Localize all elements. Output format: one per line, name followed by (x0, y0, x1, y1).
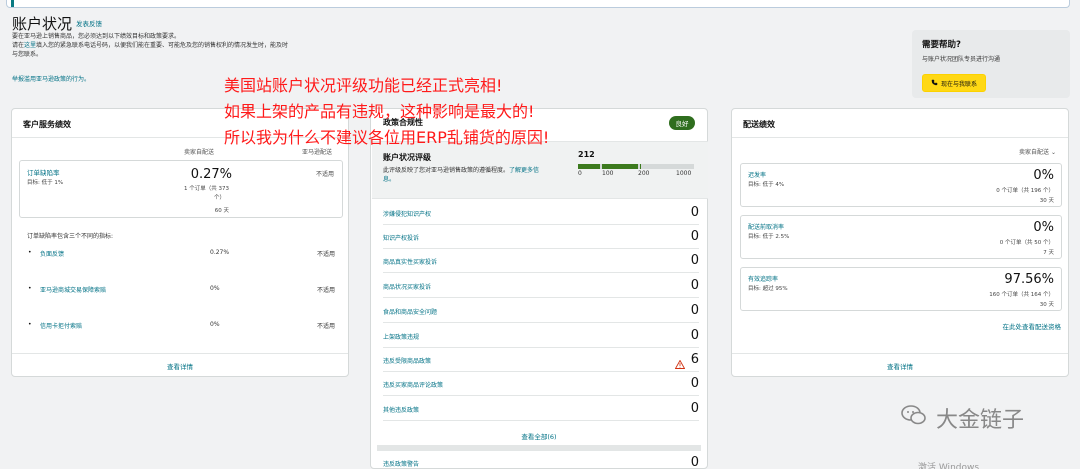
rating-description: 此评级反映了您对亚马逊销售政策的遵循程度。了解更多信息。 (383, 167, 540, 183)
divider (732, 137, 1068, 138)
intro-text: 要在亚马逊上销售商品，您必须达到以下绩效目标和政策要求。 请在这里填入您的紧急联… (12, 32, 352, 59)
help-panel: 需要帮助? 与账户状况团队专员进行沟通 现在与我联系 (912, 30, 1070, 98)
shipping-performance-card: 配送绩效 卖家自配送 ⌄ 迟发率 目标: 低于 4% 0% 0 个订单（共 19… (731, 108, 1069, 377)
negative-feedback-link[interactable]: 负面反馈 (40, 249, 64, 258)
shipping-eligibility-link[interactable]: 在此处查看配送资格 (1003, 321, 1062, 331)
contact-me-button[interactable]: 现在与我联系 (922, 74, 986, 92)
shipping-view-details[interactable]: 查看详情 (732, 361, 1068, 371)
wechat-watermark: 大金链子 (900, 402, 1024, 434)
policy-row: 食品和商品安全问题 0 (383, 299, 699, 323)
chevron-down-icon: ⌄ (1050, 149, 1056, 156)
intro-line-1: 要在亚马逊上销售商品，您必须达到以下绩效目标和政策要求。 (12, 33, 181, 40)
policy-warnings-row: 违反政策警告 0 (383, 455, 699, 469)
phone-link[interactable]: 这里 (24, 42, 36, 49)
annotation-line-1: 美国站账户状况评级功能已经正式亮相! (224, 76, 503, 95)
gauge-segment-3 (640, 164, 641, 169)
page-title: 账户状况 (12, 15, 73, 33)
policy-row: 涉嫌侵犯知识产权 0 (383, 201, 699, 225)
gauge-tick: 100 (602, 170, 614, 177)
chargeback-claims-link[interactable]: 信用卡拒付索赔 (40, 321, 82, 330)
gauge-tick: 0 (578, 170, 582, 177)
help-subtitle: 与账户状况团队专员进行沟通 (922, 56, 1001, 63)
policy-row: 违反买家商品评论政策 0 (383, 372, 699, 396)
col-seller-fulfilled: 卖家自配送 (184, 149, 215, 156)
divider (732, 353, 1068, 354)
shipping-title: 配送绩效 (743, 120, 775, 129)
fulfillment-selector[interactable]: 卖家自配送 ⌄ (1019, 147, 1056, 156)
warning-icon (674, 354, 686, 373)
customer-service-view-details[interactable]: 查看详情 (12, 361, 348, 371)
gauge-segment-2 (602, 164, 638, 169)
os-activation-watermark: 激活 Windows (918, 463, 980, 469)
policy-compliance-card: 政策合规性 良好 账户状况评级 此评级反映了您对亚马逊销售政策的遵循程度。了解更… (370, 108, 708, 469)
late-shipment-metric: 迟发率 目标: 低于 4% 0% 0 个订单（共 196 个） 30 天 (740, 163, 1062, 207)
divider (12, 353, 348, 354)
rating-score: 212 (578, 150, 595, 159)
top-banner (6, 0, 1070, 8)
annotation-line-3: 所以我为什么不建议各位用ERP乱铺货的原因! (224, 128, 550, 147)
status-badge: 良好 (669, 116, 695, 130)
phone-icon (931, 79, 938, 88)
valid-tracking-metric: 有效追踪率 目标: 超过 95% 97.56% 160 个订单（共 164 个）… (740, 267, 1062, 311)
intro-line-3: 与您联系。 (12, 51, 43, 58)
policy-row: 商品状况买家投诉 0 (383, 274, 699, 298)
odr-metric: 订单缺陷率 目标: 低于 1% 0.27% 1 个订单（共 373 个） 60 … (19, 160, 343, 218)
watermark-text: 大金链子 (936, 408, 1025, 433)
odr-breakdown-title: 订单缺陷率包含三个不同的指标: (27, 233, 114, 240)
odr-detail-2: 个） (213, 195, 225, 201)
customer-service-title: 客户服务绩效 (23, 120, 71, 129)
odr-period: 60 天 (214, 208, 229, 214)
col-amazon-fulfilled: 亚马逊配送 (302, 149, 333, 156)
help-title: 需要帮助? (922, 40, 961, 50)
odr-amazon-value: 不适用 (315, 171, 334, 178)
feedback-link[interactable]: 发表反馈 (76, 18, 102, 28)
gauge-segment-1 (578, 164, 600, 169)
policy-row: 其他违反政策 0 (383, 397, 699, 421)
odr-target: 目标: 低于 1% (27, 180, 64, 186)
report-abuse-link[interactable]: 举报滥用亚马逊政策的行为。 (12, 74, 90, 83)
odr-value: 0.27% (190, 167, 232, 182)
intro-line-2: 请在这里填入您的紧急联系电话号码，以便我们能在重要、可能危及您的销售权利的情况发… (12, 42, 289, 49)
customer-service-card: 客户服务绩效 卖家自配送 亚马逊配送 订单缺陷率 目标: 低于 1% 0.27%… (11, 108, 349, 377)
odr-link[interactable]: 订单缺陷率 (27, 167, 60, 177)
policy-row: 上架政策违规 0 (383, 324, 699, 348)
gauge-tick: 1000 (676, 170, 692, 177)
odr-detail: 1 个订单（共 373 (184, 186, 229, 192)
a-to-z-claims-link[interactable]: 亚马逊商城交易保障索赔 (40, 285, 106, 294)
view-all-link[interactable]: 查看全部(6) (371, 431, 707, 441)
policy-row-restricted: 违反受限商品政策 6 (383, 348, 699, 372)
wechat-icon (900, 404, 928, 432)
policy-row: 商品真实性买家投诉 0 (383, 249, 699, 273)
policy-row: 知识产权投诉 0 (383, 225, 699, 249)
account-health-rating: 账户状况评级 此评级反映了您对亚马逊销售政策的遵循程度。了解更多信息。 212 … (372, 141, 708, 199)
gauge-tick: 200 (638, 170, 650, 177)
rating-gauge: 212 0 100 200 1000 (578, 150, 694, 190)
annotation-line-2: 如果上架的产品有违规，这种影响是最大的! (224, 102, 535, 121)
rating-title: 账户状况评级 (383, 153, 431, 162)
cancellation-rate-metric: 配送前取消率 目标: 低于 2.5% 0% 0 个订单（共 50 个） 7 天 (740, 215, 1062, 259)
